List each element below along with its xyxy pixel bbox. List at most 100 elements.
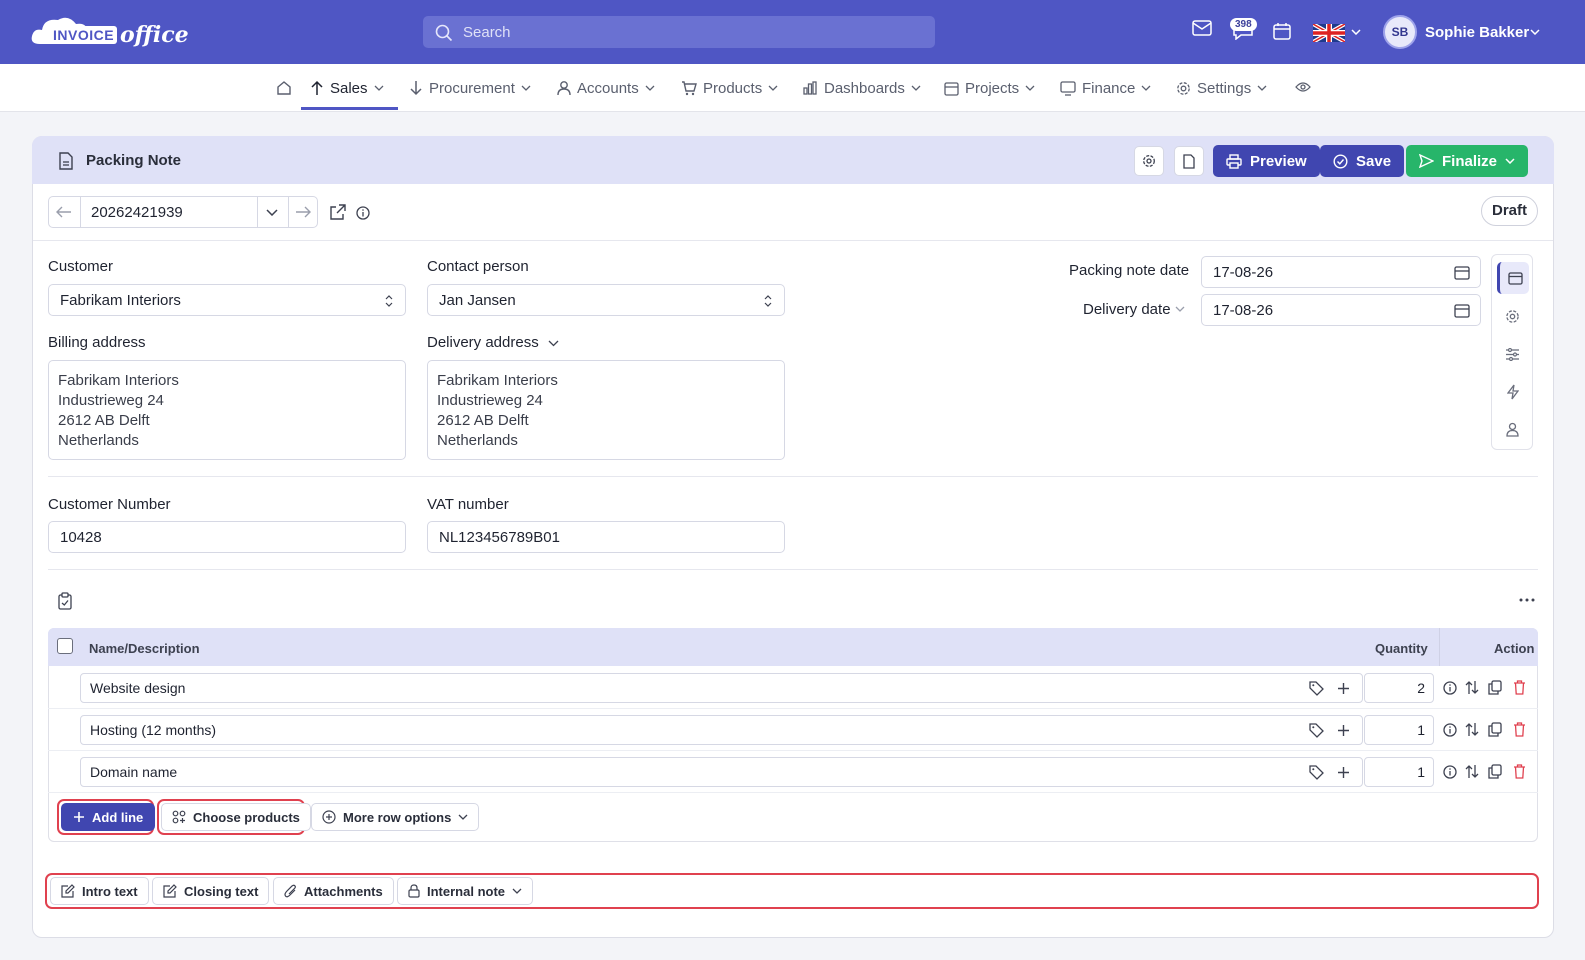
sort-icon[interactable]	[1465, 764, 1479, 779]
chevron-down-icon[interactable]	[1175, 306, 1185, 312]
nav-finance[interactable]: Finance	[1060, 78, 1151, 98]
chevron-down-icon[interactable]	[266, 209, 278, 216]
arrow-right-icon[interactable]	[295, 206, 311, 218]
user-name[interactable]: Sophie Bakker	[1425, 24, 1529, 41]
calendar-icon[interactable]	[1273, 22, 1291, 40]
copy-icon[interactable]	[1488, 764, 1502, 779]
internal-note-button[interactable]: Internal note	[397, 877, 534, 905]
billing-address[interactable]: Fabrikam Interiors Industrieweg 24 2612 …	[48, 360, 406, 460]
copy-icon[interactable]	[1488, 722, 1502, 737]
send-icon	[1419, 154, 1434, 168]
home-icon[interactable]	[276, 80, 292, 96]
nav-settings-label: Settings	[1197, 79, 1252, 97]
nav-accounts[interactable]: Accounts	[557, 78, 655, 98]
sort-icon[interactable]	[1465, 680, 1479, 695]
plus-icon[interactable]	[1337, 766, 1350, 779]
delivery-address-label[interactable]: Delivery address	[427, 334, 539, 351]
quantity-input[interactable]: 2	[1364, 673, 1434, 703]
nav-dashboards[interactable]: Dashboards	[802, 78, 921, 98]
copy-icon[interactable]	[1488, 680, 1502, 695]
nav-settings[interactable]: Settings	[1176, 78, 1267, 98]
trash-icon[interactable]	[1513, 764, 1526, 779]
nav-procurement[interactable]: Procurement	[409, 78, 531, 98]
chevron-down-icon	[911, 85, 921, 91]
table-row-name-input[interactable]: Website design	[80, 673, 1363, 703]
pdf-button[interactable]	[1174, 146, 1204, 176]
nav-products[interactable]: Products	[681, 78, 778, 98]
customer-select[interactable]: Fabrikam Interiors	[48, 284, 406, 316]
calendar-icon[interactable]	[1454, 265, 1470, 280]
attachments-button[interactable]: Attachments	[273, 877, 394, 905]
chevron-down-icon[interactable]	[548, 340, 559, 347]
sort-icon[interactable]	[1465, 722, 1479, 737]
nav-dashboards-label: Dashboards	[824, 79, 905, 97]
more-row-options-button[interactable]: More row options	[311, 803, 480, 831]
info-icon[interactable]	[1443, 765, 1457, 779]
chevron-down-icon	[521, 85, 531, 91]
chevron-down-icon[interactable]	[1351, 29, 1361, 35]
nav-sales[interactable]: Sales	[310, 78, 384, 98]
select-all-checkbox[interactable]	[57, 638, 73, 654]
divider	[80, 196, 81, 228]
gear-icon	[1143, 155, 1155, 167]
eye-icon[interactable]	[1295, 81, 1311, 93]
edit-icon	[163, 884, 177, 898]
external-link-icon[interactable]	[329, 204, 346, 221]
tag-icon[interactable]	[1309, 723, 1324, 738]
delivery-address[interactable]: Fabrikam Interiors Industrieweg 24 2612 …	[427, 360, 785, 460]
uk-flag-icon[interactable]	[1313, 24, 1345, 42]
vat-input[interactable]: NL123456789B01	[427, 521, 785, 553]
tag-icon[interactable]	[1309, 681, 1324, 696]
info-icon[interactable]	[1443, 723, 1457, 737]
plus-icon[interactable]	[1337, 724, 1350, 737]
quantity-input[interactable]: 1	[1364, 757, 1434, 787]
sliders-icon[interactable]	[1505, 348, 1520, 361]
contact-select[interactable]: Jan Jansen	[427, 284, 785, 316]
packing-date-input[interactable]: 17-08-26	[1201, 256, 1481, 288]
add-line-button[interactable]: Add line	[61, 803, 156, 831]
avatar[interactable]: SB	[1383, 15, 1417, 49]
app-logo[interactable]: INVOICE office	[30, 12, 189, 52]
tag-icon[interactable]	[1309, 765, 1324, 780]
calendar-icon[interactable]	[1454, 303, 1470, 318]
plus-icon[interactable]	[1337, 682, 1350, 695]
choose-products-button[interactable]: Choose products	[161, 803, 311, 831]
save-button[interactable]: Save	[1320, 145, 1405, 177]
gear-icon[interactable]	[1505, 309, 1520, 324]
preview-button[interactable]: Preview	[1213, 145, 1320, 177]
select-arrows-icon	[385, 295, 393, 307]
user-icon[interactable]	[1506, 422, 1519, 437]
plus-circle-icon	[322, 810, 336, 824]
search-input[interactable]: Search	[423, 16, 935, 48]
customer-number-input[interactable]: 10428	[48, 521, 406, 553]
more-options-icon[interactable]	[1519, 598, 1535, 602]
trash-icon[interactable]	[1513, 722, 1526, 737]
quantity-input[interactable]: 1	[1364, 715, 1434, 745]
nav-procurement-label: Procurement	[429, 79, 515, 97]
delivery-date-label[interactable]: Delivery date	[1083, 301, 1171, 318]
user-menu-chevron-icon[interactable]	[1530, 29, 1540, 35]
clipboard-check-icon[interactable]	[57, 592, 73, 610]
arrow-left-icon[interactable]	[56, 206, 72, 218]
info-icon[interactable]	[1443, 681, 1457, 695]
info-icon[interactable]	[356, 206, 370, 220]
document-number[interactable]: 20262421939	[91, 204, 183, 221]
search-icon	[435, 24, 453, 42]
intro-text-button[interactable]: Intro text	[50, 877, 149, 905]
document-settings-button[interactable]	[1134, 146, 1164, 176]
nav-projects[interactable]: Projects	[944, 78, 1035, 98]
chevron-down-icon	[458, 814, 468, 820]
lightning-icon[interactable]	[1507, 384, 1519, 400]
chevron-down-icon	[1025, 85, 1035, 91]
vat-value: NL123456789B01	[439, 528, 560, 546]
closing-text-button[interactable]: Closing text	[152, 877, 270, 905]
delivery-date-input[interactable]: 17-08-26	[1201, 294, 1481, 326]
chevron-down-icon	[1505, 158, 1515, 164]
table-row-name-input[interactable]: Hosting (12 months)	[80, 715, 1363, 745]
finalize-button[interactable]: Finalize	[1406, 145, 1529, 177]
side-tab-calendar[interactable]	[1497, 262, 1529, 294]
add-line-label: Add line	[92, 809, 144, 825]
mail-icon[interactable]	[1192, 20, 1212, 36]
table-row-name-input[interactable]: Domain name	[80, 757, 1363, 787]
trash-icon[interactable]	[1513, 680, 1526, 695]
